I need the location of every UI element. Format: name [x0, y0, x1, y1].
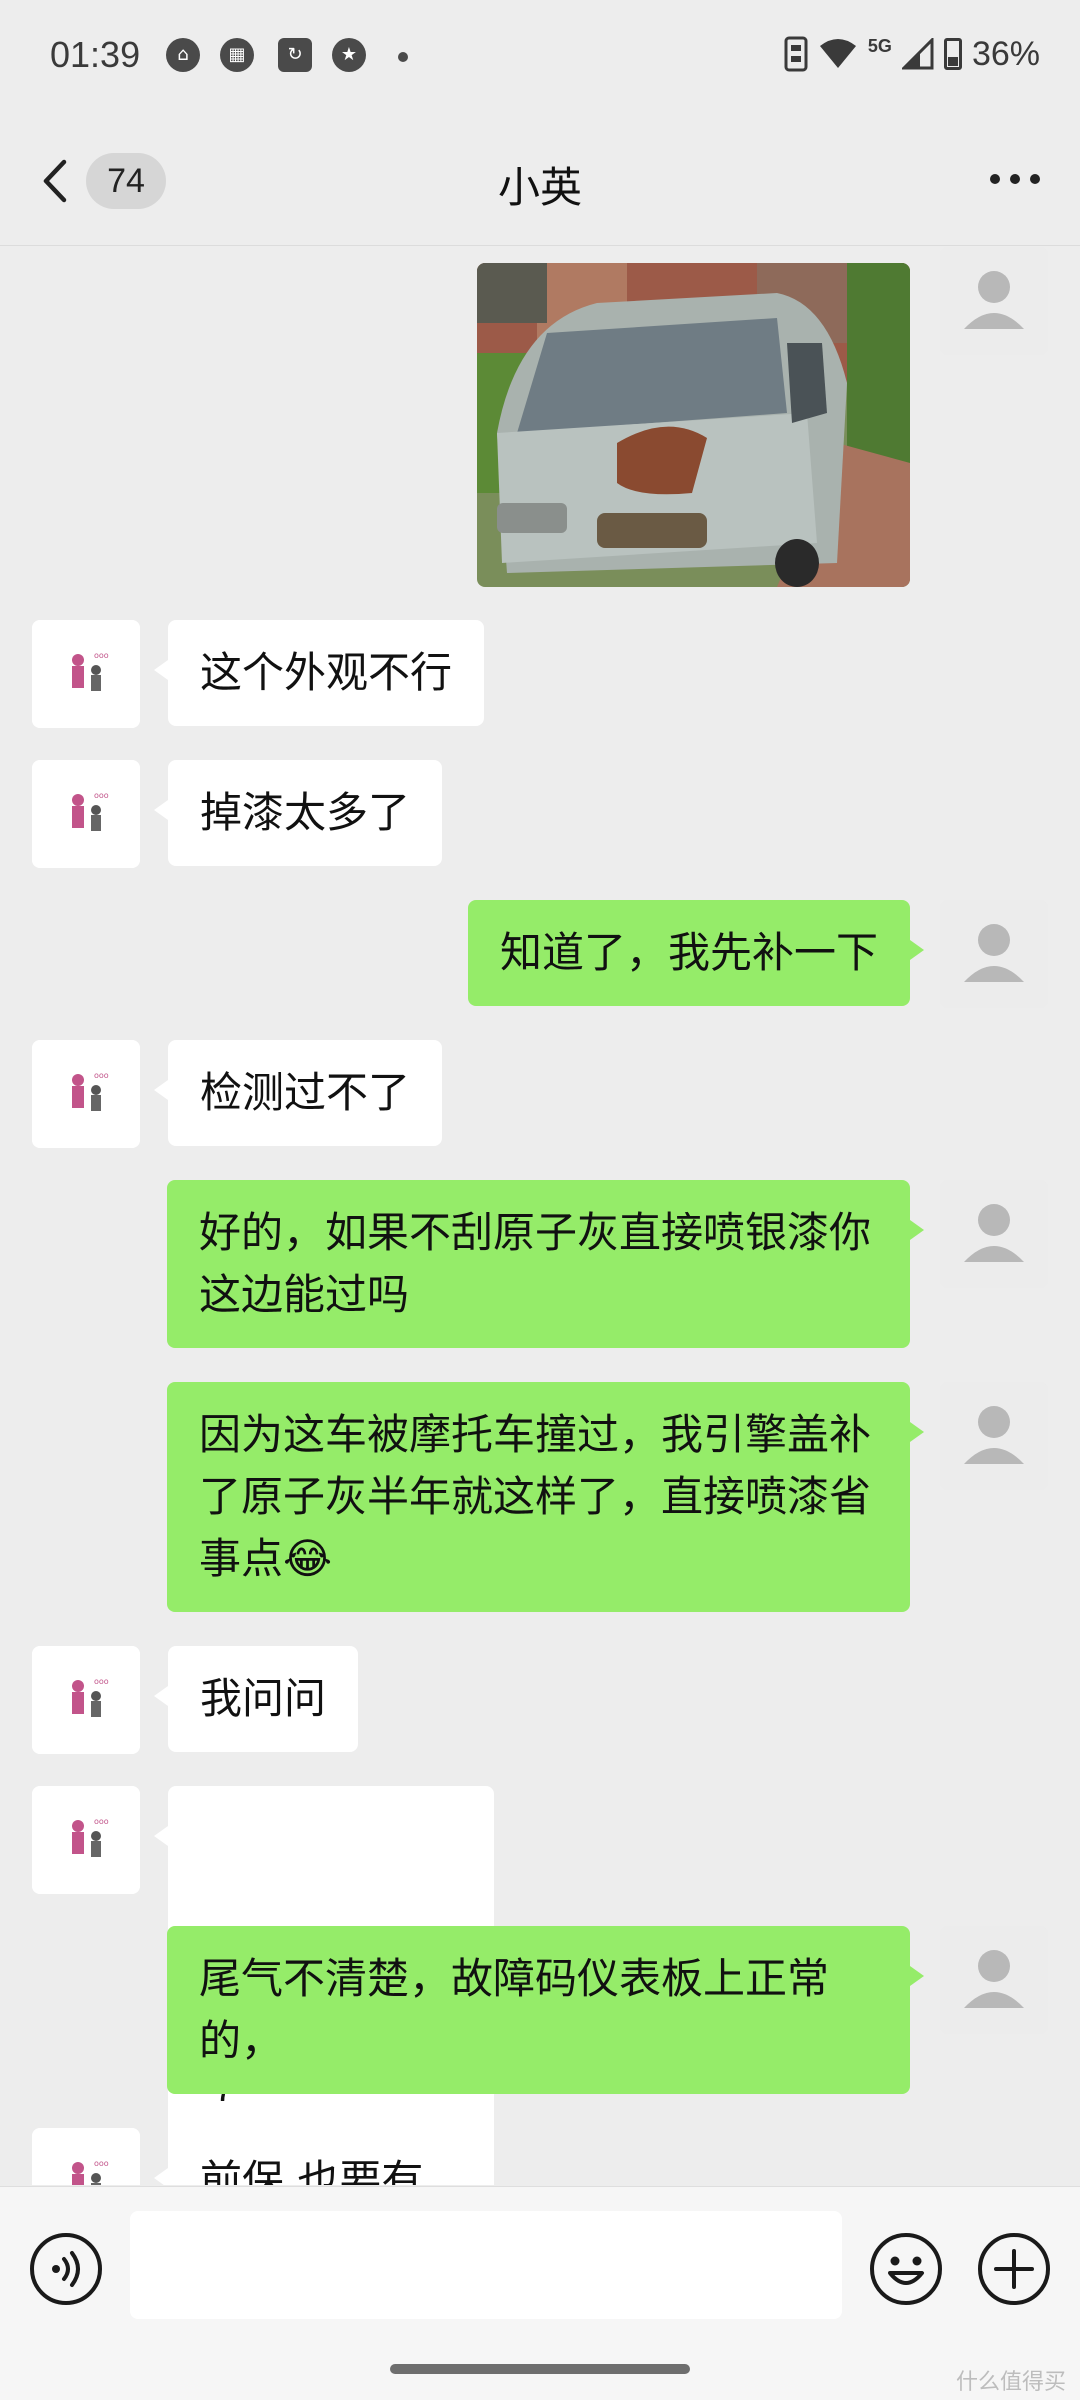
more-dots-icon[interactable] — [990, 174, 1040, 188]
more-notifications-dot — [398, 52, 408, 62]
avatar-self[interactable] — [940, 1926, 1048, 2034]
calendar-icon: ▦ — [220, 38, 254, 72]
message-bubble-incoming[interactable]: 掉漆太多了 — [153, 760, 443, 866]
svg-text:ooo: ooo — [94, 1677, 109, 1686]
svg-text:ooo: ooo — [94, 1071, 109, 1080]
avatar-contact[interactable]: ooo — [32, 1646, 140, 1754]
message-bubble-incoming[interactable]: 前保 也要有 — [153, 2128, 456, 2185]
message-input[interactable] — [130, 2211, 842, 2319]
message-bubble-incoming[interactable]: 检测过不了 — [153, 1040, 443, 1146]
wifi-icon — [819, 39, 856, 68]
chat-title: 小英 — [497, 163, 582, 212]
watermark: 什么值得买 — [955, 2370, 1066, 2395]
avatar-self[interactable] — [940, 900, 1048, 1008]
battery-percent: 36% — [971, 34, 1040, 73]
avatar-self[interactable] — [940, 247, 1048, 355]
avatar-self[interactable] — [940, 1180, 1048, 1288]
sim-icon — [784, 36, 808, 72]
message-list[interactable]: ooo 这个外观不行 ooo 掉漆太多了 知道了，我先补一下 ooo 检测过不了… — [0, 247, 1080, 2185]
message-bubble-outgoing[interactable]: 尾气不清楚，故障码仪表板上正常的， — [167, 1926, 924, 2094]
message-bubble-outgoing[interactable]: 好的，如果不刮原子灰直接喷银漆你这边能过吗 — [167, 1180, 924, 1348]
home-indicator[interactable] — [390, 2364, 690, 2374]
status-bar: 01:39 ⌂ ▦ ↻ ★ 5G 36% — [0, 0, 1080, 116]
status-right: 5G 36% — [784, 34, 1040, 74]
avatar-contact[interactable]: ooo — [32, 1786, 140, 1894]
svg-text:ooo: ooo — [94, 651, 109, 660]
message-bubble-incoming[interactable]: 我问问 — [153, 1646, 359, 1752]
signal-icon — [901, 38, 934, 70]
network-type: 5G — [867, 35, 892, 56]
plus-icon[interactable] — [976, 2231, 1052, 2307]
chat-header: 74 小英 — [0, 116, 1080, 246]
emoji-icon[interactable] — [868, 2231, 944, 2307]
deal-app-icon: ★ — [332, 38, 366, 72]
avatar-self[interactable] — [940, 1382, 1048, 1490]
avatar-contact[interactable]: ooo — [32, 2128, 140, 2185]
avatar-contact[interactable]: ooo — [32, 760, 140, 868]
message-bubble-outgoing[interactable]: 知道了，我先补一下 — [467, 900, 925, 1006]
battery-icon — [943, 38, 962, 70]
svg-text:ooo: ooo — [94, 2159, 109, 2168]
message-bubble-outgoing[interactable]: 因为这车被摩托车撞过，我引擎盖补了原子灰半年就这样了，直接喷漆省事点😂 — [167, 1382, 924, 1612]
status-time: 01:39 — [50, 34, 141, 75]
photo-car[interactable] — [477, 263, 910, 587]
message-row — [0, 247, 1080, 597]
avatar-contact[interactable]: ooo — [32, 1040, 140, 1148]
shield-icon: ⌂ — [166, 38, 200, 72]
svg-text:ooo: ooo — [94, 1817, 109, 1826]
message-bubble-incoming[interactable]: 这个外观不行 — [153, 620, 485, 726]
avatar-contact[interactable]: ooo — [32, 620, 140, 728]
svg-text:ooo: ooo — [94, 791, 109, 800]
voice-input-icon[interactable] — [28, 2231, 104, 2307]
phone-sync-icon: ↻ — [278, 38, 312, 72]
